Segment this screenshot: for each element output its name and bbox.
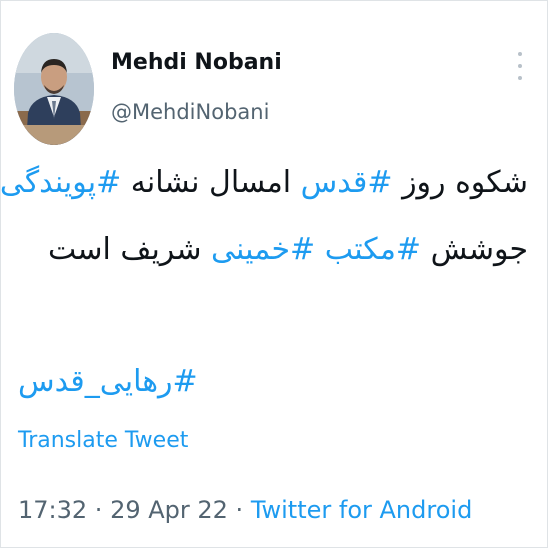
tweet-text-line: جوشش #مکتب #خمینی شریف است bbox=[48, 230, 528, 270]
hashtag-link[interactable]: #مکتب bbox=[325, 232, 421, 267]
author-name[interactable]: Mehdi Nobani bbox=[111, 50, 282, 75]
hashtag-link[interactable]: #رهایی_قدس bbox=[18, 362, 198, 402]
menu-dot bbox=[518, 76, 522, 80]
hashtag-link[interactable]: #پویندگی bbox=[0, 165, 121, 200]
more-options-icon[interactable] bbox=[506, 48, 534, 84]
tweet-text: شکوه روز bbox=[392, 165, 528, 200]
tweet-text bbox=[315, 232, 325, 267]
tweet-meta: 17:32 · 29 Apr 22 · Twitter for Android bbox=[18, 496, 472, 524]
meta-separator: · bbox=[227, 496, 251, 524]
profile-photo bbox=[14, 33, 94, 145]
avatar[interactable] bbox=[14, 33, 94, 145]
menu-dot bbox=[518, 64, 522, 68]
meta-separator: · bbox=[87, 496, 111, 524]
tweet-text: امسال نشانه bbox=[121, 165, 301, 200]
hashtag-link[interactable]: #خمینی bbox=[211, 232, 315, 267]
tweet-date[interactable]: 29 Apr 22 bbox=[110, 496, 228, 524]
hashtag-link[interactable]: #قدس bbox=[301, 165, 393, 200]
tweet-source[interactable]: Twitter for Android bbox=[251, 496, 472, 524]
translate-tweet-link[interactable]: Translate Tweet bbox=[18, 428, 188, 453]
tweet-text-line: شکوه روز #قدس امسال نشانه #پویندگی و bbox=[0, 163, 528, 203]
author-handle[interactable]: @MehdiNobani bbox=[111, 100, 269, 124]
tweet-time[interactable]: 17:32 bbox=[18, 496, 87, 524]
menu-dot bbox=[518, 52, 522, 56]
tweet-text: جوشش bbox=[421, 232, 528, 267]
tweet-text: شریف است bbox=[47, 232, 212, 267]
